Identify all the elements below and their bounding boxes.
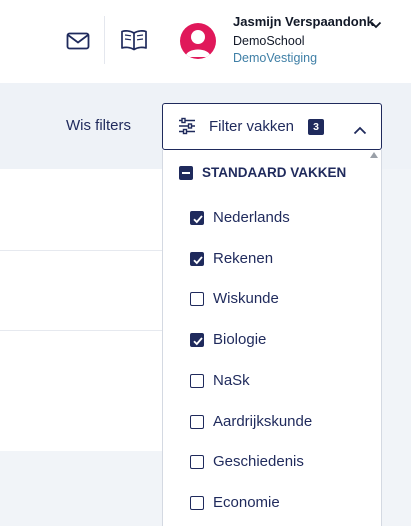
subject-label: Nederlands bbox=[213, 209, 290, 226]
user-name[interactable]: Jasmijn Verspaandonk bbox=[233, 14, 374, 29]
subject-option[interactable]: Wiskunde bbox=[163, 287, 363, 311]
subject-label: NaSk bbox=[213, 371, 250, 389]
subject-label: Rekenen bbox=[213, 249, 274, 267]
subject-option[interactable]: Rekenen bbox=[163, 247, 363, 271]
scroll-up-arrow-icon[interactable] bbox=[370, 152, 378, 158]
subject-checkbox[interactable] bbox=[190, 373, 204, 388]
row-divider bbox=[0, 330, 170, 331]
book-icon[interactable] bbox=[120, 26, 148, 54]
clear-filters-link[interactable]: Wis filters bbox=[66, 117, 131, 134]
group-label: STANDAARD VAKKEN bbox=[202, 165, 347, 180]
subject-label: Biologie bbox=[213, 331, 267, 349]
subject-label: Geschiedenis bbox=[213, 453, 304, 471]
dropdown-scrollbar[interactable] bbox=[367, 150, 382, 526]
subject-checkbox[interactable] bbox=[190, 495, 204, 510]
subject-option[interactable]: Geschiedenis bbox=[163, 450, 363, 474]
chevron-down-icon[interactable] bbox=[370, 16, 382, 34]
subject-option[interactable]: Economie bbox=[163, 491, 363, 515]
filter-vakken-button[interactable]: Filter vakken 3 bbox=[162, 103, 382, 150]
top-bar: Jasmijn Verspaandonk DemoSchool DemoVest… bbox=[0, 0, 411, 83]
subject-checkbox[interactable] bbox=[190, 414, 204, 429]
subject-label: Aardrijkskunde bbox=[213, 412, 313, 430]
subject-label: Wiskunde bbox=[213, 290, 279, 308]
avatar[interactable] bbox=[180, 23, 216, 59]
collapse-group-icon[interactable] bbox=[179, 166, 193, 180]
header-divider bbox=[104, 16, 105, 64]
user-school: DemoSchool bbox=[233, 34, 305, 48]
user-location: DemoVestiging bbox=[233, 51, 318, 65]
filter-dropdown: STANDAARD VAKKEN Nederlands Rekenen Wiskun… bbox=[162, 150, 382, 526]
subject-checkbox[interactable] bbox=[190, 455, 204, 470]
subject-option[interactable]: Nederlands bbox=[163, 206, 363, 230]
sliders-icon bbox=[178, 117, 196, 140]
filter-count-badge: 3 bbox=[308, 119, 324, 135]
group-standaard-vakken[interactable]: STANDAARD VAKKEN bbox=[163, 162, 363, 184]
subject-label: Economie bbox=[213, 493, 280, 511]
subject-checkbox[interactable] bbox=[190, 211, 204, 225]
content-list bbox=[0, 169, 170, 451]
subject-checkbox[interactable] bbox=[190, 251, 204, 266]
row-divider bbox=[0, 250, 170, 251]
chevron-up-icon bbox=[353, 122, 367, 140]
subject-option[interactable]: Aardrijkskunde bbox=[163, 410, 363, 434]
subject-option[interactable]: Biologie bbox=[163, 328, 363, 352]
mail-icon[interactable] bbox=[64, 27, 92, 55]
subject-option[interactable]: NaSk bbox=[163, 369, 363, 393]
subject-checkbox[interactable] bbox=[190, 292, 204, 307]
subject-checkbox[interactable] bbox=[190, 333, 204, 348]
filter-button-label: Filter vakken bbox=[209, 118, 295, 135]
